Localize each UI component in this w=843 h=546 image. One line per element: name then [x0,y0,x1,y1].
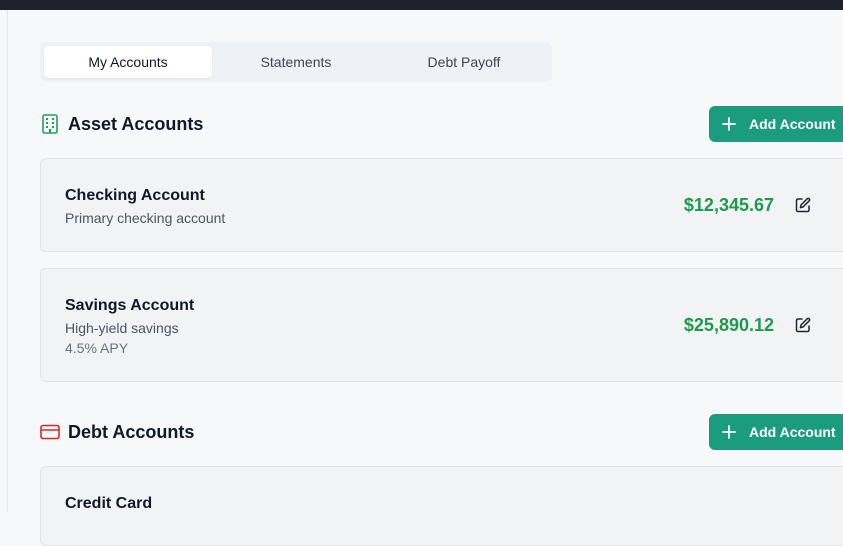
account-name: Credit Card [65,495,153,512]
tab-statements[interactable]: Statements [212,46,380,78]
account-name: Savings Account [65,297,195,314]
tab-bar: My Accounts Statements Debt Payoff [40,42,552,82]
tab-debt-payoff[interactable]: Debt Payoff [380,46,548,78]
add-debt-account-button[interactable]: Add Account [709,414,843,450]
plus-icon [721,116,737,132]
building-icon [40,114,60,134]
account-card-checking[interactable]: Checking Account Primary checking accoun… [40,158,843,252]
account-description: Primary checking account [65,210,226,226]
section-title: Debt Accounts [68,421,195,442]
section-title: Asset Accounts [68,113,204,134]
add-account-label: Add Account [749,424,836,440]
account-apy: 4.5% APY [65,340,129,356]
edit-icon[interactable] [795,317,811,333]
account-description: High-yield savings [65,320,179,336]
left-divider [7,10,8,512]
account-card-savings[interactable]: Savings Account High-yield savings 4.5% … [40,268,843,382]
tab-my-accounts[interactable]: My Accounts [44,46,212,78]
add-asset-account-button[interactable]: Add Account [709,106,843,142]
window-top-bar [0,0,843,10]
add-account-label: Add Account [749,116,836,132]
account-name: Checking Account [65,187,205,204]
account-card-credit-card[interactable]: Credit Card [40,466,843,546]
credit-card-icon [40,422,60,442]
account-balance: $12,345.67 [683,195,774,215]
asset-accounts-header: Asset Accounts [40,112,203,136]
account-balance: $25,890.12 [683,315,774,335]
edit-icon[interactable] [795,197,811,213]
plus-icon [721,424,737,440]
debt-accounts-header: Debt Accounts [40,420,194,444]
